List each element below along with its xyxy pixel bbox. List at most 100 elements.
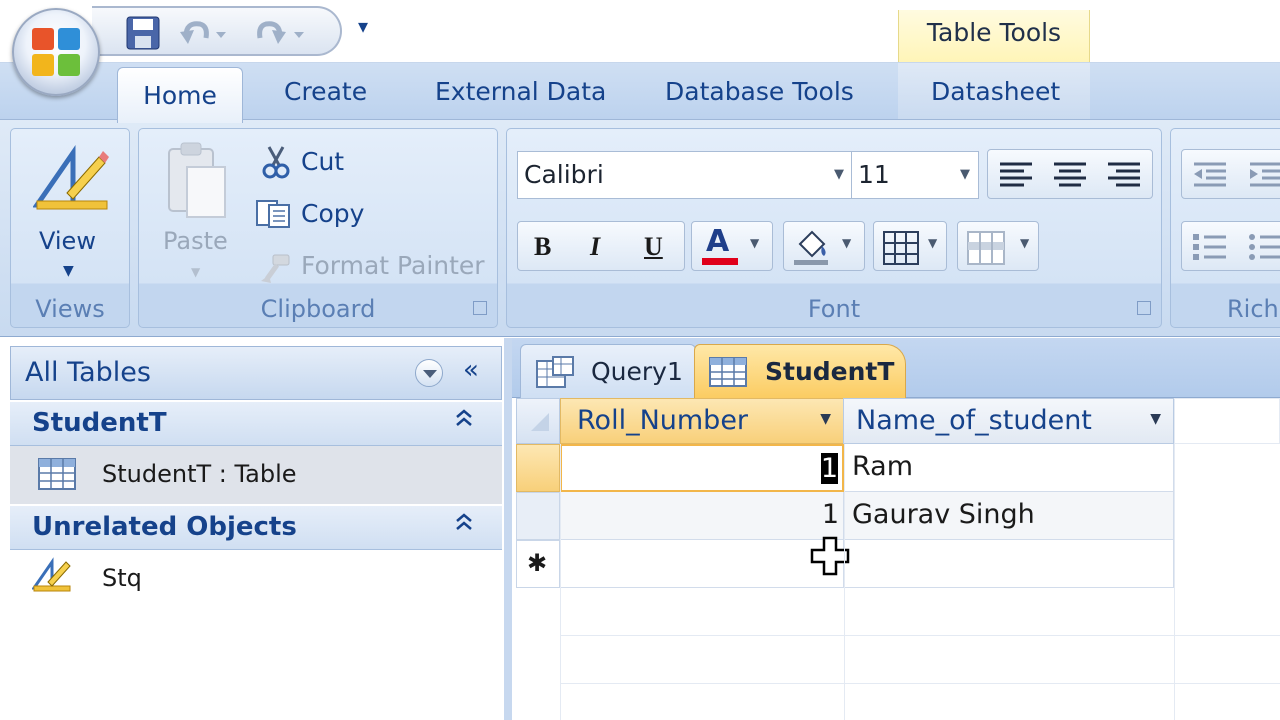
font-dialog-launcher-icon[interactable] [1137, 301, 1151, 315]
chevron-down-icon[interactable]: ▼ [960, 152, 970, 198]
tab-external-data[interactable]: External Data [435, 77, 606, 106]
column-header-empty[interactable] [1174, 398, 1280, 444]
alignment-button-group [987, 149, 1153, 199]
fill-bucket-icon [792, 226, 832, 270]
collapse-group-icon[interactable] [454, 512, 474, 538]
column-header-roll-number[interactable]: Roll_Number ▼ [560, 398, 844, 444]
view-button-label[interactable]: View [39, 227, 96, 255]
align-left-icon[interactable] [996, 160, 1036, 194]
empty-grid-row [560, 588, 1280, 636]
cell-value: Ram [852, 451, 914, 482]
nav-item-stq[interactable]: Stq [10, 550, 502, 608]
font-size-value: 11 [858, 160, 890, 189]
clipboard-dialog-launcher-icon[interactable] [473, 301, 487, 315]
align-center-icon[interactable] [1050, 160, 1090, 194]
document-tab-bar: Query1 StudentT [512, 338, 1280, 398]
tab-home[interactable]: Home [117, 67, 243, 123]
nav-pane-menu-button[interactable] [415, 359, 443, 387]
tab-datasheet[interactable]: Datasheet [931, 77, 1060, 106]
column-header-name-of-student[interactable]: Name_of_student ▼ [843, 398, 1174, 444]
cell-value: 1 [821, 499, 839, 530]
align-right-icon[interactable] [1104, 160, 1144, 194]
nav-group-unrelated-objects[interactable]: Unrelated Objects [10, 506, 502, 550]
save-icon[interactable] [126, 16, 160, 54]
new-record-cell-roll-number[interactable] [560, 540, 844, 588]
new-record-cell-name[interactable] [844, 540, 1174, 588]
grid-divider [1174, 444, 1175, 720]
doc-tab-query1[interactable]: Query1 [520, 344, 696, 398]
fill-color-button[interactable]: ▼ [783, 221, 865, 271]
doc-tab-label: StudentT [765, 357, 895, 386]
table-cell-roll-number[interactable]: 1 [560, 492, 844, 540]
bold-button[interactable]: B [534, 232, 551, 262]
datasheet-grid: Roll_Number ▼ Name_of_student ▼ 1 Ram 1 … [512, 398, 1280, 720]
collapse-pane-button[interactable]: « [463, 355, 479, 385]
chevron-down-icon[interactable]: ▼ [750, 236, 759, 250]
row-selector[interactable] [516, 444, 560, 492]
alternate-fill-button[interactable]: ▼ [957, 221, 1039, 271]
query-design-icon [31, 556, 72, 598]
chevron-down-icon[interactable]: ▼ [834, 152, 844, 198]
gridlines-button[interactable]: ▼ [873, 221, 947, 271]
view-icon[interactable] [32, 143, 109, 217]
copy-button[interactable]: Copy [301, 199, 364, 228]
nav-pane-header[interactable]: All Tables « [10, 346, 502, 400]
select-all-corner[interactable] [516, 398, 560, 444]
paste-icon[interactable] [165, 141, 231, 225]
tab-database-tools[interactable]: Database Tools [665, 77, 854, 106]
cut-button[interactable]: Cut [301, 147, 344, 176]
chevron-down-icon[interactable]: ▼ [1020, 236, 1029, 250]
chevron-down-icon[interactable]: ▼ [1150, 411, 1161, 427]
format-painter-icon[interactable] [259, 253, 293, 289]
table-cell-name[interactable]: Gaurav Singh [844, 492, 1174, 540]
nav-item-label: StudentT : Table [102, 460, 297, 488]
underline-button[interactable]: U [644, 232, 663, 262]
title-bar: ▾ Table Tools [0, 0, 1280, 66]
copy-icon[interactable] [255, 199, 293, 233]
font-name-combo[interactable]: Calibri ▼ [517, 151, 853, 199]
doc-tab-studentt[interactable]: StudentT [694, 344, 906, 398]
tab-create[interactable]: Create [284, 77, 367, 106]
font-name-value: Calibri [524, 160, 604, 189]
font-color-swatch [702, 258, 738, 265]
numbered-list-icon[interactable] [1190, 232, 1230, 266]
table-cell-name[interactable]: Ram [844, 444, 1174, 492]
nav-item-studentt-table[interactable]: StudentT : Table [10, 446, 502, 504]
view-dropdown-arrow-icon[interactable]: ▼ [63, 263, 74, 279]
chevron-down-icon [423, 370, 437, 378]
quick-access-toolbar [92, 6, 342, 56]
font-color-button[interactable]: A ▼ [691, 221, 773, 271]
collapse-group-icon[interactable] [454, 408, 474, 434]
decrease-indent-icon[interactable] [1190, 160, 1230, 194]
undo-icon[interactable] [178, 16, 228, 54]
font-group-label: Font [807, 295, 861, 323]
ribbon-tab-bar: Home Create External Data Database Tools… [0, 62, 1280, 123]
table-cell-roll-number[interactable]: 1 [560, 444, 844, 492]
new-record-selector[interactable]: ✱ [516, 540, 560, 588]
views-group-label: Views [35, 295, 105, 323]
clipboard-group: Paste ▼ Cut Copy Format Painter Clipboar… [138, 128, 498, 328]
chevron-down-icon[interactable]: ▼ [820, 411, 831, 427]
redo-icon[interactable] [252, 16, 308, 54]
font-size-combo[interactable]: 11 ▼ [851, 151, 979, 199]
grid-divider [844, 444, 845, 720]
paste-dropdown-arrow-icon[interactable]: ▼ [191, 265, 200, 279]
cut-icon[interactable] [261, 145, 291, 183]
column-header-label: Name_of_student [856, 405, 1092, 436]
italic-button[interactable]: I [590, 232, 600, 262]
bulleted-list-icon[interactable] [1246, 232, 1280, 266]
nav-group-label: Unrelated Objects [32, 512, 297, 542]
row-selector[interactable] [516, 492, 560, 540]
customize-toolbar-button[interactable]: ▾ [358, 14, 368, 38]
cell-value: 1 [820, 453, 838, 484]
office-button[interactable] [12, 8, 100, 96]
document-area: Query1 StudentT Roll_Number ▼ Name_of_st… [512, 338, 1280, 720]
nav-group-studentt[interactable]: StudentT [10, 402, 502, 446]
chevron-down-icon[interactable]: ▼ [928, 236, 937, 250]
paste-button-label[interactable]: Paste [163, 227, 228, 255]
chevron-down-icon[interactable]: ▼ [842, 236, 851, 250]
table-icon [38, 458, 76, 496]
cell-value: Gaurav Singh [852, 499, 1035, 530]
format-painter-button[interactable]: Format Painter [301, 251, 485, 280]
increase-indent-icon[interactable] [1246, 160, 1280, 194]
